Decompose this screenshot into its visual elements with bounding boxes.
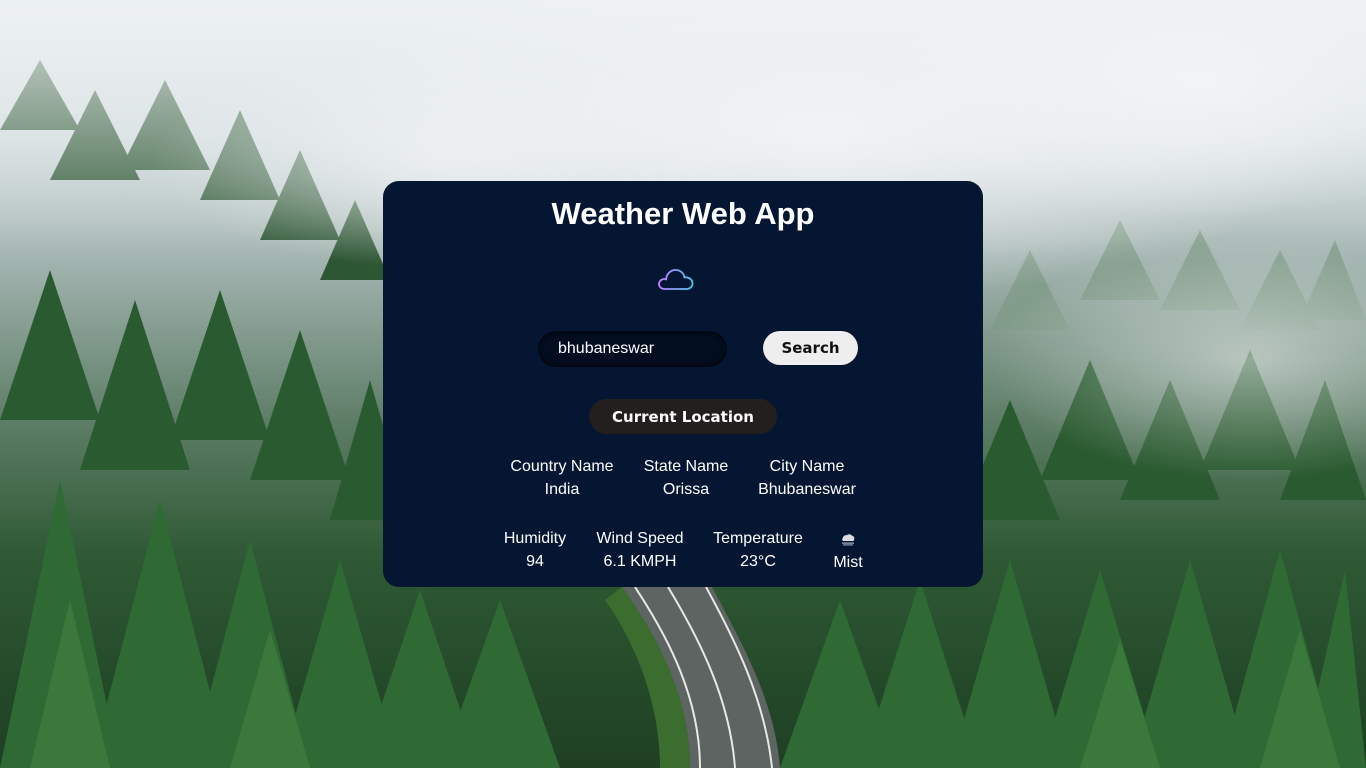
temperature-label: Temperature bbox=[713, 530, 803, 547]
condition-info: Mist bbox=[824, 532, 872, 574]
state-value: Orissa bbox=[662, 481, 710, 498]
country-value: India bbox=[544, 481, 580, 498]
humidity-info: Humidity 94 bbox=[500, 527, 570, 573]
temperature-value: 23°C bbox=[740, 553, 776, 570]
wind-speed-value: 6.1 KMPH bbox=[603, 553, 677, 570]
city-info: City Name Bhubaneswar bbox=[752, 455, 862, 501]
state-info: State Name Orissa bbox=[636, 455, 736, 501]
humidity-label: Humidity bbox=[503, 530, 567, 547]
search-button[interactable]: Search bbox=[763, 331, 858, 365]
page-title: Weather Web App bbox=[551, 196, 815, 231]
city-label: City Name bbox=[769, 458, 845, 475]
temperature-info: Temperature 23°C bbox=[708, 527, 808, 573]
city-value: Bhubaneswar bbox=[758, 481, 856, 498]
cloud-outline-icon bbox=[658, 269, 694, 290]
country-label: Country Name bbox=[510, 458, 614, 475]
wind-speed-info: Wind Speed 6.1 KMPH bbox=[590, 527, 690, 573]
condition-value: Mist bbox=[833, 554, 863, 571]
wind-speed-label: Wind Speed bbox=[596, 530, 684, 547]
country-info: Country Name India bbox=[505, 455, 619, 501]
humidity-value: 94 bbox=[526, 553, 544, 570]
current-location-button[interactable]: Current Location bbox=[589, 399, 777, 434]
search-input[interactable] bbox=[538, 331, 727, 367]
state-label: State Name bbox=[643, 458, 729, 475]
mist-cloud-icon bbox=[842, 534, 855, 546]
